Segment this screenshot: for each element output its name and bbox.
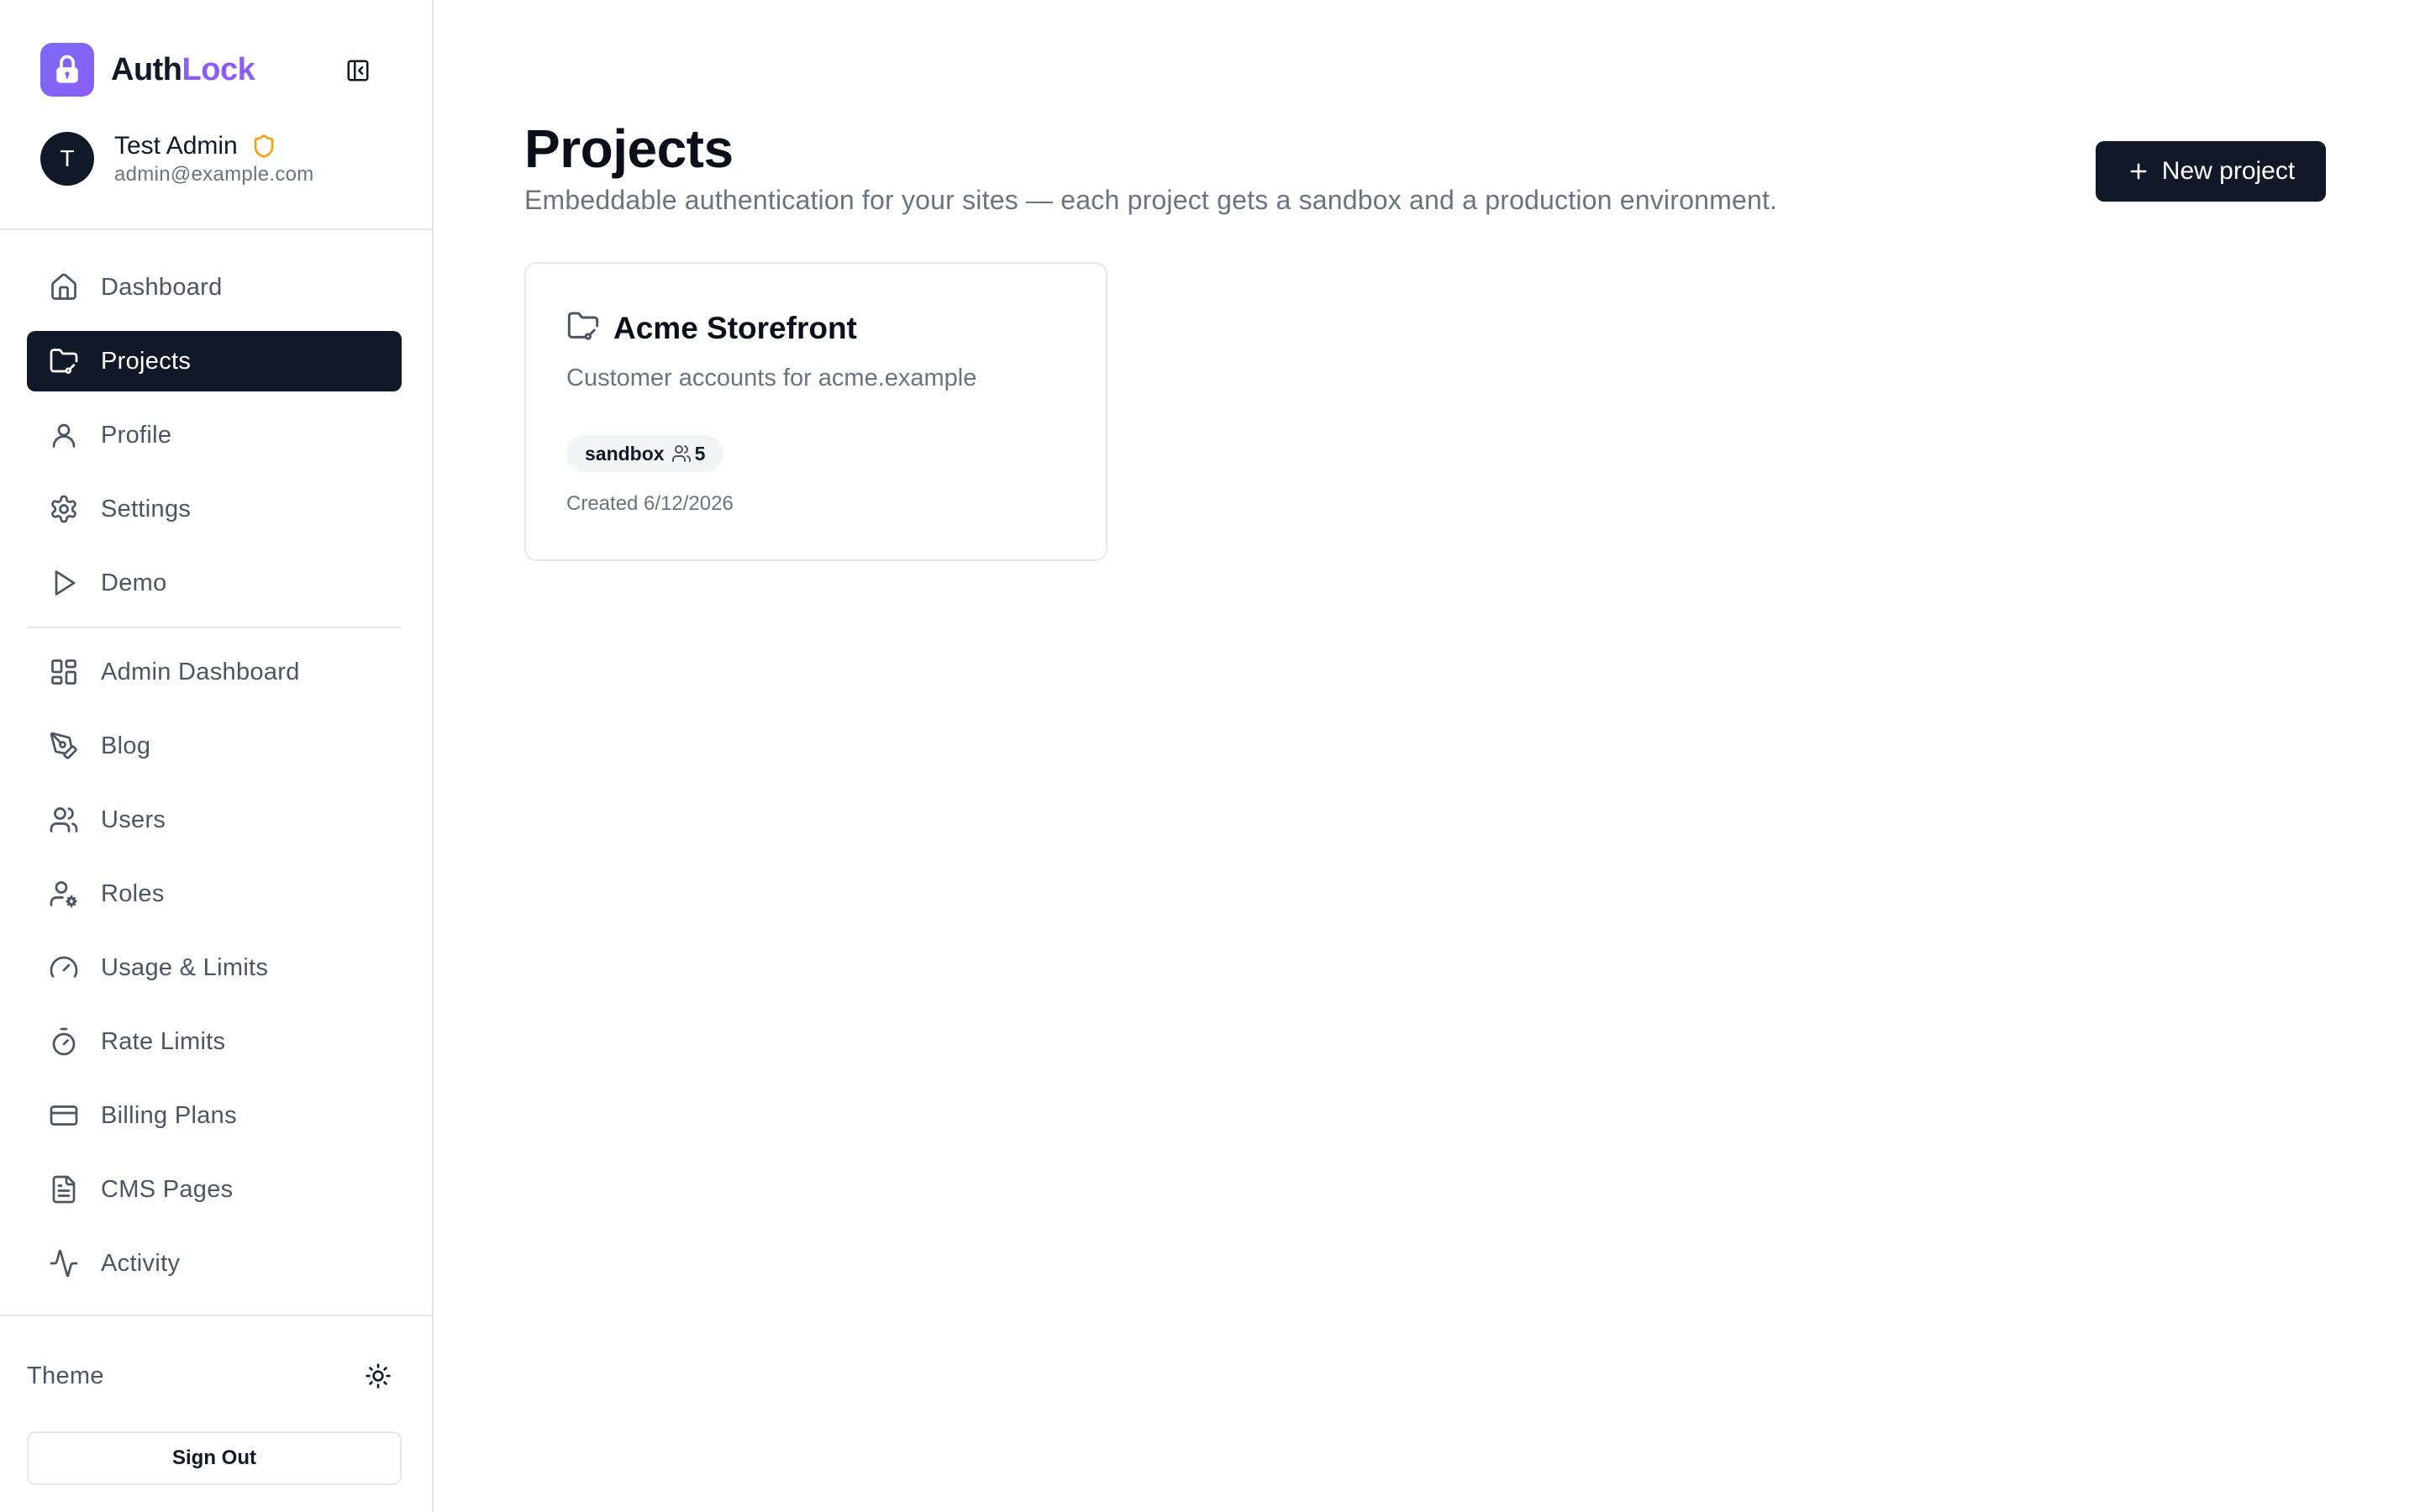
user-name-row: Test Admin bbox=[114, 131, 314, 161]
activity-icon bbox=[47, 1247, 81, 1280]
sun-icon bbox=[366, 1363, 391, 1389]
brand-name: AuthLock bbox=[111, 52, 255, 88]
sidebar-item-cms-pages[interactable]: CMS Pages bbox=[27, 1159, 402, 1220]
nav-divider bbox=[27, 627, 402, 628]
avatar: T bbox=[40, 132, 94, 186]
sidebar-item-label: Admin Dashboard bbox=[101, 658, 300, 685]
project-created-date: Created 6/12/2026 bbox=[566, 492, 734, 515]
plus-icon bbox=[2127, 160, 2150, 183]
sidebar-item-label: Billing Plans bbox=[101, 1101, 237, 1129]
user-count: 5 bbox=[694, 442, 706, 465]
sidebar-item-profile[interactable]: Profile bbox=[27, 405, 402, 465]
collapse-sidebar-button[interactable] bbox=[343, 55, 373, 86]
sidebar-item-activity[interactable]: Activity bbox=[27, 1233, 402, 1294]
pen-tool-icon bbox=[47, 729, 81, 763]
user-cog-icon bbox=[47, 877, 81, 911]
user-email: admin@example.com bbox=[114, 163, 314, 186]
user-card[interactable]: T Test Admin admin@example.com bbox=[40, 131, 314, 186]
sidebar-divider bbox=[0, 228, 432, 230]
theme-toggle-button[interactable] bbox=[358, 1356, 398, 1396]
environment-badge: sandbox 5 bbox=[566, 435, 724, 472]
sidebar-item-label: Projects bbox=[101, 347, 192, 375]
new-project-button[interactable]: New project bbox=[2096, 141, 2326, 202]
project-card[interactable]: Acme Storefront Customer accounts for ac… bbox=[524, 262, 1107, 561]
sidebar-item-label: Usage & Limits bbox=[101, 953, 269, 981]
sidebar-item-label: Users bbox=[101, 806, 166, 833]
panel-left-close-icon bbox=[347, 60, 369, 81]
sidebar-item-label: Activity bbox=[101, 1249, 181, 1277]
user-icon bbox=[47, 418, 81, 452]
sidebar-item-blog[interactable]: Blog bbox=[27, 716, 402, 776]
home-icon bbox=[47, 270, 81, 304]
sidebar-item-admin-dashboard[interactable]: Admin Dashboard bbox=[27, 642, 402, 702]
sidebar-item-usage-limits[interactable]: Usage & Limits bbox=[27, 937, 402, 998]
project-description: Customer accounts for acme.example bbox=[566, 365, 977, 391]
users-count: 5 bbox=[671, 442, 706, 465]
sidebar-item-label: Demo bbox=[101, 569, 167, 596]
sidebar-item-label: Rate Limits bbox=[101, 1027, 226, 1055]
file-text-icon bbox=[47, 1173, 81, 1206]
timer-icon bbox=[47, 1025, 81, 1058]
sidebar-item-projects[interactable]: Projects bbox=[27, 331, 402, 391]
brand-name-part2: Lock bbox=[182, 51, 255, 87]
theme-label: Theme bbox=[27, 1362, 104, 1389]
environment-label: sandbox bbox=[585, 442, 665, 465]
sidebar-item-demo[interactable]: Demo bbox=[27, 553, 402, 613]
folder-icon bbox=[47, 344, 81, 378]
brand[interactable]: AuthLock bbox=[40, 43, 255, 97]
folder-icon bbox=[566, 309, 600, 347]
gauge-icon bbox=[47, 951, 81, 984]
sidebar-item-billing-plans[interactable]: Billing Plans bbox=[27, 1085, 402, 1146]
sidebar-item-label: Dashboard bbox=[101, 273, 223, 301]
gear-icon bbox=[47, 492, 81, 526]
theme-row: Theme bbox=[27, 1356, 402, 1396]
layout-grid-icon bbox=[47, 655, 81, 689]
new-project-label: New project bbox=[2161, 157, 2296, 185]
sidebar-item-label: CMS Pages bbox=[101, 1175, 234, 1203]
users-icon bbox=[671, 445, 691, 462]
lock-icon bbox=[40, 43, 94, 97]
sidebar-item-roles[interactable]: Roles bbox=[27, 864, 402, 924]
sidebar-divider bbox=[0, 1315, 432, 1316]
sidebar-item-rate-limits[interactable]: Rate Limits bbox=[27, 1011, 402, 1072]
sidebar-item-users[interactable]: Users bbox=[27, 790, 402, 850]
sidebar: AuthLock T Test Admin admin@example.com bbox=[0, 0, 434, 1512]
sidebar-item-label: Roles bbox=[101, 879, 165, 907]
play-icon bbox=[47, 566, 81, 600]
users-icon bbox=[47, 803, 81, 837]
page-subtitle: Embeddable authentication for your sites… bbox=[524, 185, 1778, 215]
sidebar-item-label: Settings bbox=[101, 495, 192, 522]
sidebar-item-label: Blog bbox=[101, 732, 151, 759]
credit-card-icon bbox=[47, 1099, 81, 1132]
sidebar-item-label: Profile bbox=[101, 421, 172, 449]
project-title-row: Acme Storefront bbox=[566, 309, 857, 347]
sidebar-item-dashboard[interactable]: Dashboard bbox=[27, 257, 402, 318]
user-name: Test Admin bbox=[114, 132, 238, 160]
brand-name-part1: Auth bbox=[111, 51, 182, 87]
sidebar-nav: Dashboard Projects Profile Settings Demo bbox=[27, 257, 402, 1307]
project-name: Acme Storefront bbox=[613, 310, 857, 345]
sign-out-button[interactable]: Sign Out bbox=[27, 1431, 402, 1485]
main-content: Projects Embeddable authentication for y… bbox=[434, 0, 2420, 1512]
page-title: Projects bbox=[524, 118, 734, 179]
shield-icon bbox=[251, 134, 276, 159]
sidebar-item-settings[interactable]: Settings bbox=[27, 479, 402, 539]
